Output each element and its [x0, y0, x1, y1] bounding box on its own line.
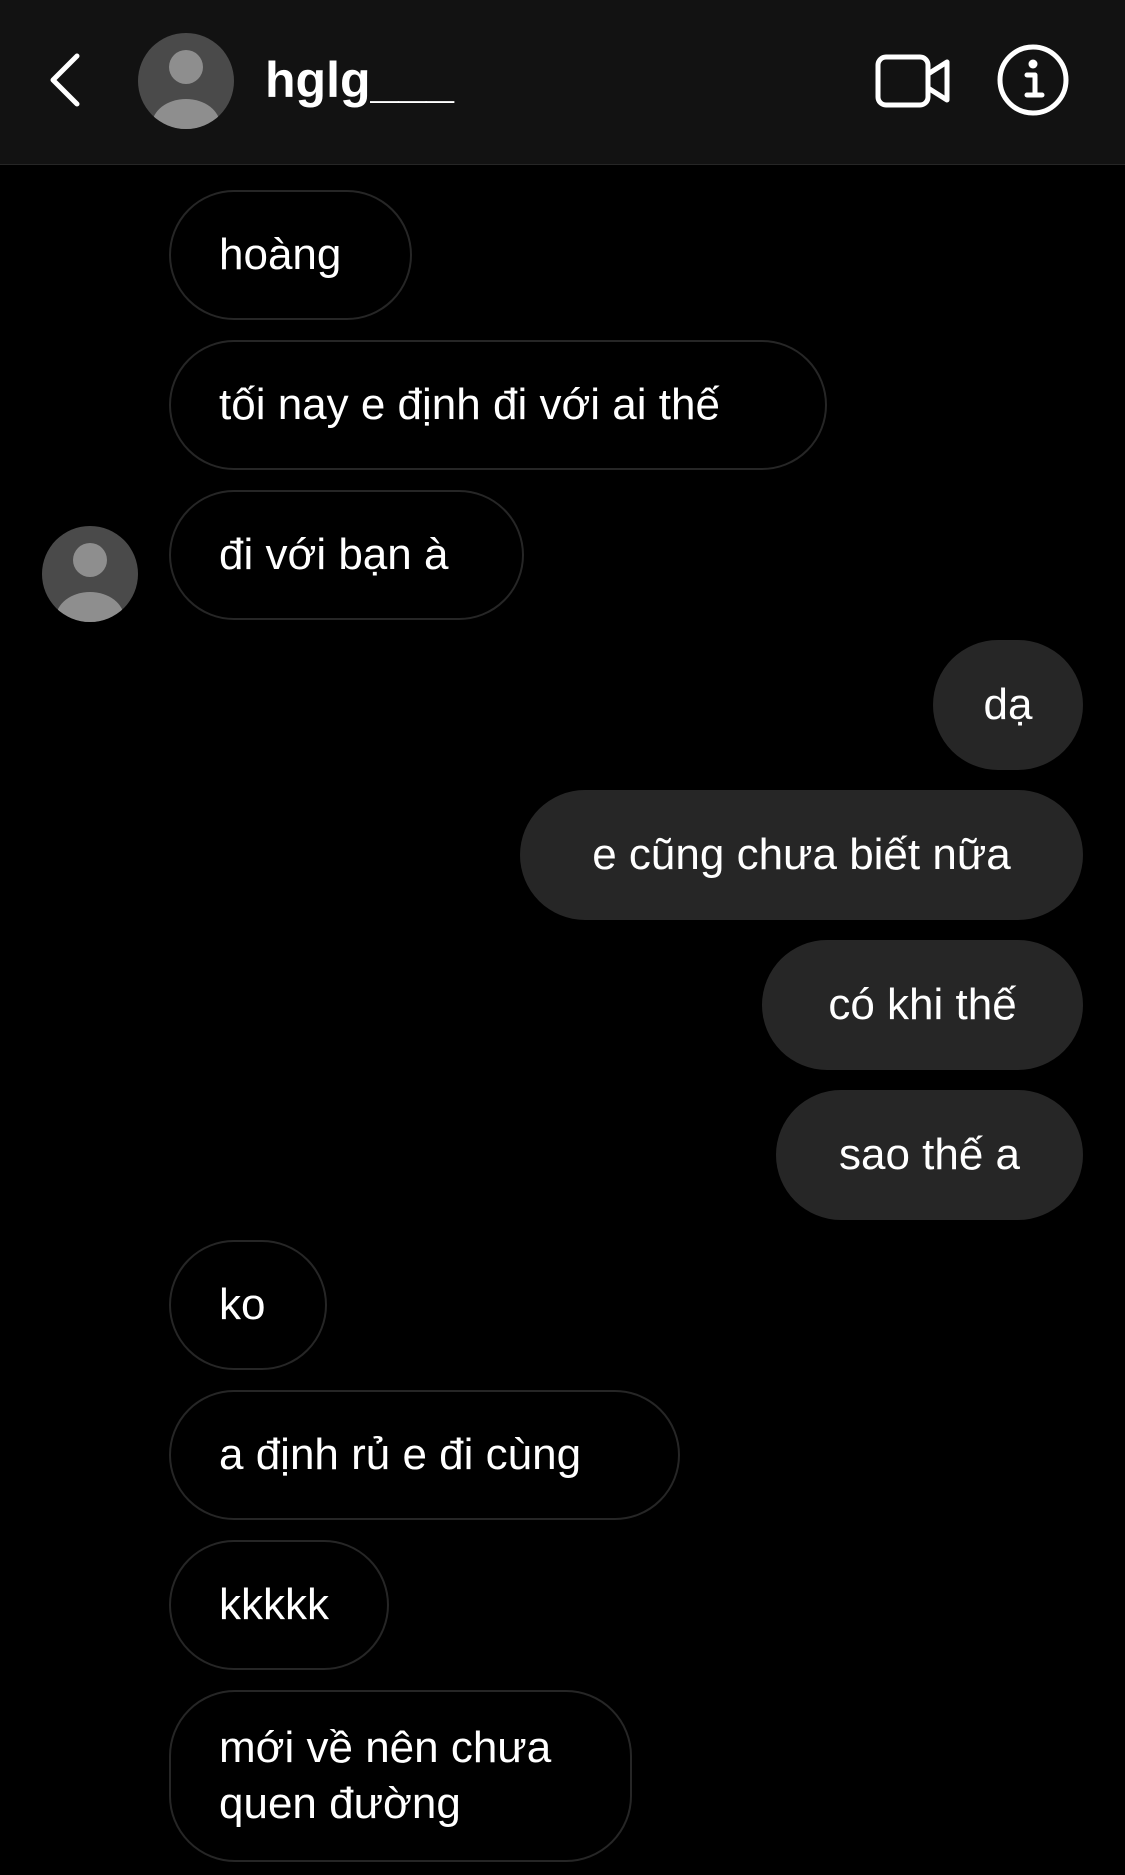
incoming-message[interactable]: ko — [169, 1240, 327, 1370]
info-button[interactable] — [993, 40, 1073, 120]
sender-avatar[interactable] — [42, 526, 138, 622]
outgoing-message[interactable]: có khi thế — [762, 940, 1083, 1070]
video-call-icon — [875, 54, 950, 108]
info-icon — [997, 44, 1069, 116]
outgoing-message[interactable]: e cũng chưa biết nữa — [520, 790, 1083, 920]
incoming-message[interactable]: a định rủ e đi cùng — [169, 1390, 680, 1520]
incoming-message[interactable]: đi với bạn à — [169, 490, 524, 620]
chevron-left-icon — [50, 53, 80, 107]
message-thread: hoàng tối nay e định đi với ai thế đi vớ… — [0, 165, 1125, 1875]
contact-username[interactable]: hglg___ — [265, 50, 454, 110]
video-call-button[interactable] — [870, 42, 956, 120]
contact-avatar[interactable] — [138, 33, 234, 129]
incoming-message[interactable]: tối nay e định đi với ai thế — [169, 340, 827, 470]
incoming-message[interactable]: mới về nên chưa quen đường — [169, 1690, 632, 1862]
outgoing-message[interactable]: sao thế a — [776, 1090, 1083, 1220]
outgoing-message[interactable]: dạ — [933, 640, 1083, 770]
default-avatar-icon — [42, 526, 138, 622]
default-avatar-icon — [138, 33, 234, 129]
back-button[interactable] — [30, 40, 100, 120]
incoming-message[interactable]: hoàng — [169, 190, 412, 320]
incoming-message[interactable]: kkkkk — [169, 1540, 389, 1670]
chat-header: hglg___ — [0, 0, 1125, 165]
